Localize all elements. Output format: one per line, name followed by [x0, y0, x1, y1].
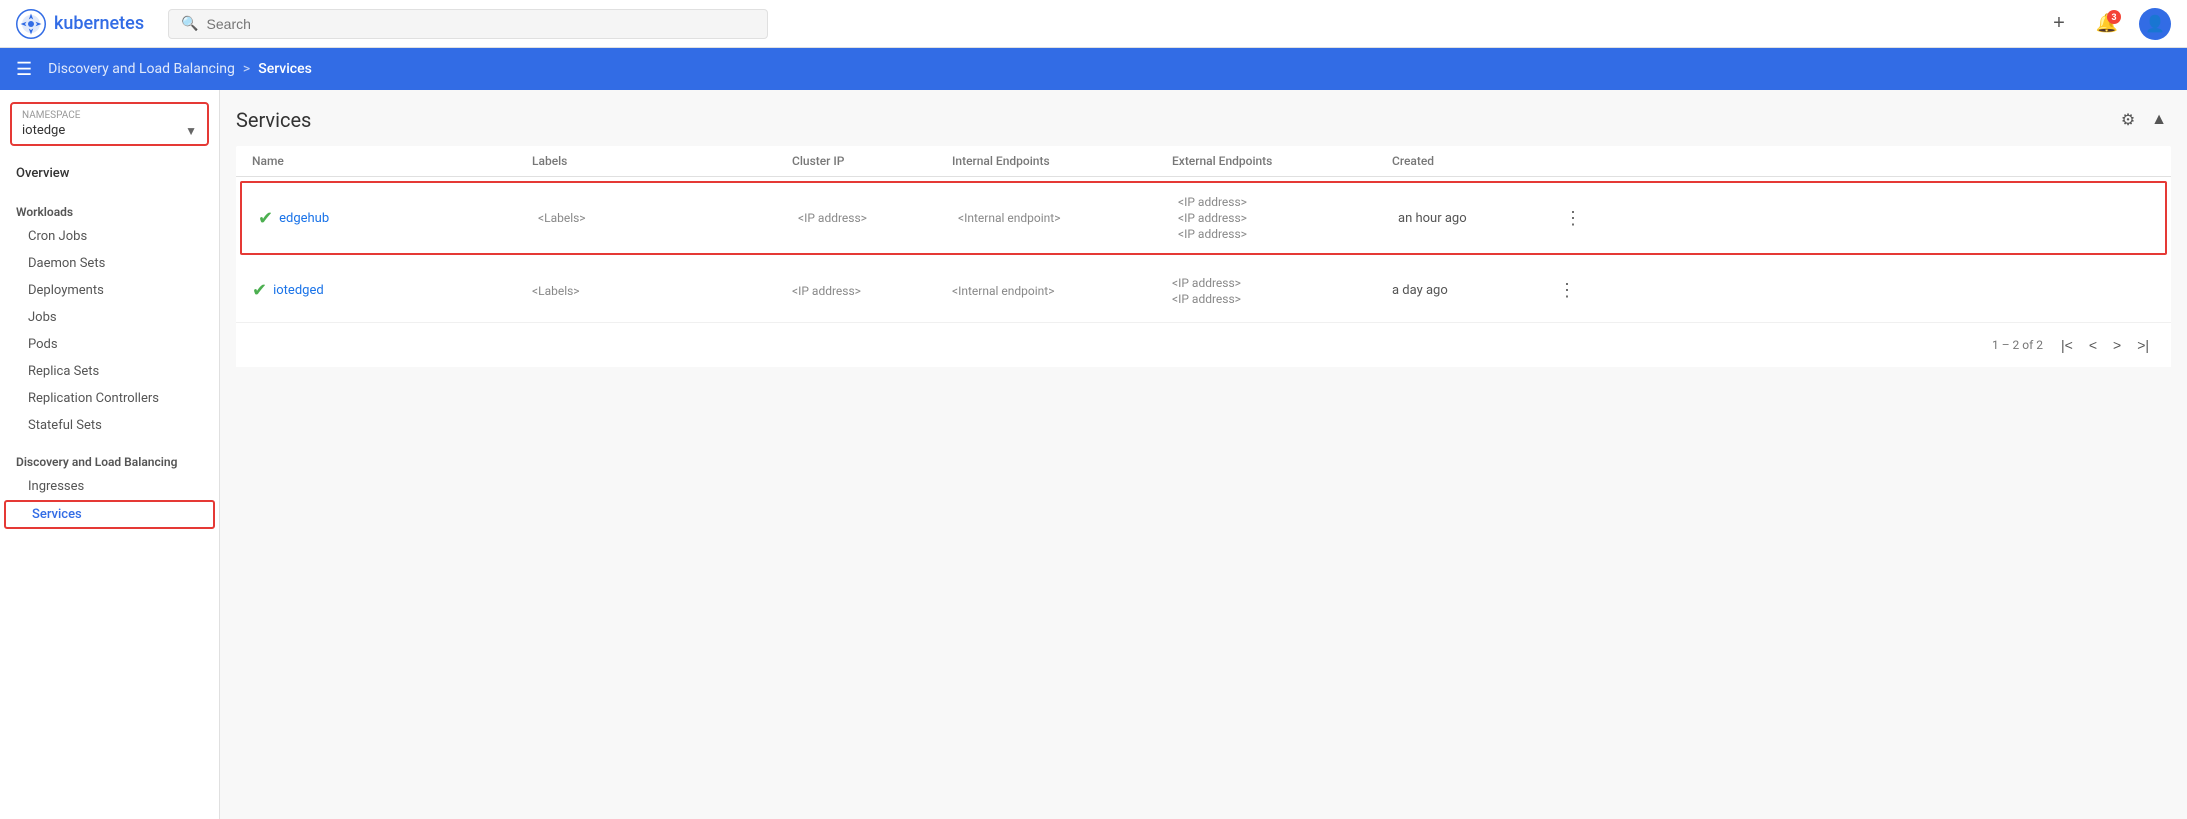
table-header: Name Labels Cluster IP Internal Endpoint… [236, 146, 2171, 177]
created-value-edgehub: an hour ago [1398, 211, 1467, 226]
namespace-selector[interactable]: Namespace iotedge ▼ [10, 102, 209, 146]
search-input[interactable] [207, 16, 756, 32]
breadcrumb-separator: > [243, 61, 250, 77]
more-options-button-iotedged[interactable]: ⋮ [1552, 278, 1582, 303]
namespace-label: Namespace [22, 110, 197, 121]
cell-clusterip-edgehub: <IP address> [798, 211, 958, 225]
status-ok-icon: ✔ [252, 280, 267, 301]
sidebar-group-workloads: Workloads [0, 197, 219, 223]
cell-clusterip-iotedged: <IP address> [792, 284, 952, 298]
cell-external-edgehub: <IP address> <IP address> <IP address> [1178, 195, 1398, 241]
breadcrumb-current: Services [258, 61, 312, 77]
created-value-iotedged: a day ago [1392, 283, 1448, 298]
menu-icon[interactable]: ☰ [16, 59, 32, 80]
cell-more-edgehub[interactable]: ⋮ [1558, 206, 1594, 231]
cell-internal-edgehub: <Internal endpoint> [958, 211, 1178, 225]
notification-badge: 3 [2107, 10, 2121, 24]
sidebar-item-daemon-sets[interactable]: Daemon Sets [0, 250, 219, 277]
status-ok-icon: ✔ [258, 208, 273, 229]
cell-created-edgehub: an hour ago [1398, 211, 1558, 226]
page-header-actions: ⚙ ▲ [2117, 106, 2171, 134]
services-table: Name Labels Cluster IP Internal Endpoint… [236, 146, 2171, 367]
more-options-button-edgehub[interactable]: ⋮ [1558, 206, 1588, 231]
table-row: ✔ edgehub <Labels> <IP address> <Interna… [240, 181, 2167, 255]
content-area: Services ⚙ ▲ Name Labels Cluster IP Inte… [220, 90, 2187, 819]
sidebar-section-discovery: Discovery and Load Balancing Ingresses S… [0, 447, 219, 529]
table-row: ✔ iotedged <Labels> <IP address> <Intern… [236, 259, 2171, 323]
sidebar-item-replica-sets[interactable]: Replica Sets [0, 358, 219, 385]
labels-value-iotedged: <Labels> [532, 284, 580, 298]
namespace-value-row[interactable]: iotedge ▼ [22, 123, 197, 138]
user-avatar-button[interactable]: 👤 [2139, 8, 2171, 40]
filter-icon: ⚙ [2121, 112, 2135, 129]
sidebar-item-stateful-sets[interactable]: Stateful Sets [0, 412, 219, 439]
chevron-down-icon: ▼ [185, 124, 197, 138]
sidebar-item-services[interactable]: Services [4, 500, 215, 529]
sidebar-item-ingresses[interactable]: Ingresses [0, 473, 219, 500]
app-name: kubernetes [54, 13, 144, 34]
col-cluster-ip: Cluster IP [792, 154, 952, 168]
breadcrumb-parent[interactable]: Discovery and Load Balancing [48, 61, 235, 77]
col-created: Created [1392, 154, 1552, 168]
ext-ep-1-iotedged: <IP address> [1172, 276, 1241, 290]
collapse-icon: ▲ [2151, 111, 2167, 128]
col-external-endpoints: External Endpoints [1172, 154, 1392, 168]
service-link-iotedged[interactable]: iotedged [273, 283, 324, 298]
first-page-button[interactable]: |< [2055, 333, 2079, 357]
internal-ep-edgehub: <Internal endpoint> [958, 211, 1060, 225]
breadcrumb-bar: ☰ Discovery and Load Balancing > Service… [0, 48, 2187, 90]
sidebar-item-deployments[interactable]: Deployments [0, 277, 219, 304]
ext-ep-2-iotedged: <IP address> [1172, 292, 1241, 306]
person-icon: 👤 [2145, 14, 2165, 34]
main-layout: Namespace iotedge ▼ Overview Workloads C… [0, 90, 2187, 819]
sidebar-section-workloads: Workloads Cron Jobs Daemon Sets Deployme… [0, 197, 219, 439]
col-actions [1552, 154, 1588, 168]
notification-button[interactable]: 🔔 3 [2091, 8, 2123, 40]
kubernetes-logo-icon [16, 9, 46, 39]
next-page-button[interactable]: > [2107, 333, 2127, 357]
sidebar-group-discovery: Discovery and Load Balancing [0, 447, 219, 473]
search-bar[interactable]: 🔍 [168, 9, 768, 39]
clusterip-value-edgehub: <IP address> [798, 211, 867, 225]
clusterip-value-iotedged: <IP address> [792, 284, 861, 298]
col-labels: Labels [532, 154, 792, 168]
ext-ep-1-edgehub: <IP address> [1178, 195, 1247, 209]
cell-name-edgehub: ✔ edgehub [258, 208, 538, 229]
page-info: 1 – 2 of 2 [1992, 338, 2043, 352]
cell-name-iotedged: ✔ iotedged [252, 280, 532, 301]
sidebar-item-pods[interactable]: Pods [0, 331, 219, 358]
top-nav: kubernetes 🔍 + 🔔 3 👤 [0, 0, 2187, 48]
sidebar-item-replication-controllers[interactable]: Replication Controllers [0, 385, 219, 412]
sidebar: Namespace iotedge ▼ Overview Workloads C… [0, 90, 220, 819]
cell-external-iotedged: <IP address> <IP address> [1172, 276, 1392, 306]
page-title: Services [236, 108, 311, 132]
sidebar-item-jobs[interactable]: Jobs [0, 304, 219, 331]
internal-ep-iotedged: <Internal endpoint> [952, 284, 1054, 298]
top-nav-right: + 🔔 3 👤 [2043, 8, 2171, 40]
labels-value-edgehub: <Labels> [538, 211, 586, 225]
sidebar-section-overview: Overview [0, 158, 219, 189]
cell-internal-iotedged: <Internal endpoint> [952, 284, 1172, 298]
namespace-value: iotedge [22, 123, 65, 138]
last-page-button[interactable]: >| [2131, 333, 2155, 357]
ext-ep-3-edgehub: <IP address> [1178, 227, 1247, 241]
search-icon: 🔍 [181, 16, 198, 32]
cell-labels-iotedged: <Labels> [532, 284, 792, 298]
collapse-icon-button[interactable]: ▲ [2147, 107, 2171, 133]
page-header: Services ⚙ ▲ [236, 106, 2171, 134]
prev-page-button[interactable]: < [2083, 333, 2103, 357]
ext-ep-2-edgehub: <IP address> [1178, 211, 1247, 225]
add-button[interactable]: + [2043, 8, 2075, 40]
logo-area: kubernetes [16, 9, 144, 39]
pagination: 1 – 2 of 2 |< < > >| [236, 323, 2171, 367]
service-link-edgehub[interactable]: edgehub [279, 211, 329, 226]
sidebar-item-cron-jobs[interactable]: Cron Jobs [0, 223, 219, 250]
cell-labels-edgehub: <Labels> [538, 211, 798, 225]
filter-icon-button[interactable]: ⚙ [2117, 106, 2139, 134]
col-internal-endpoints: Internal Endpoints [952, 154, 1172, 168]
sidebar-item-overview[interactable]: Overview [0, 158, 219, 189]
cell-more-iotedged[interactable]: ⋮ [1552, 278, 1588, 303]
col-name: Name [252, 154, 532, 168]
cell-created-iotedged: a day ago [1392, 283, 1552, 298]
